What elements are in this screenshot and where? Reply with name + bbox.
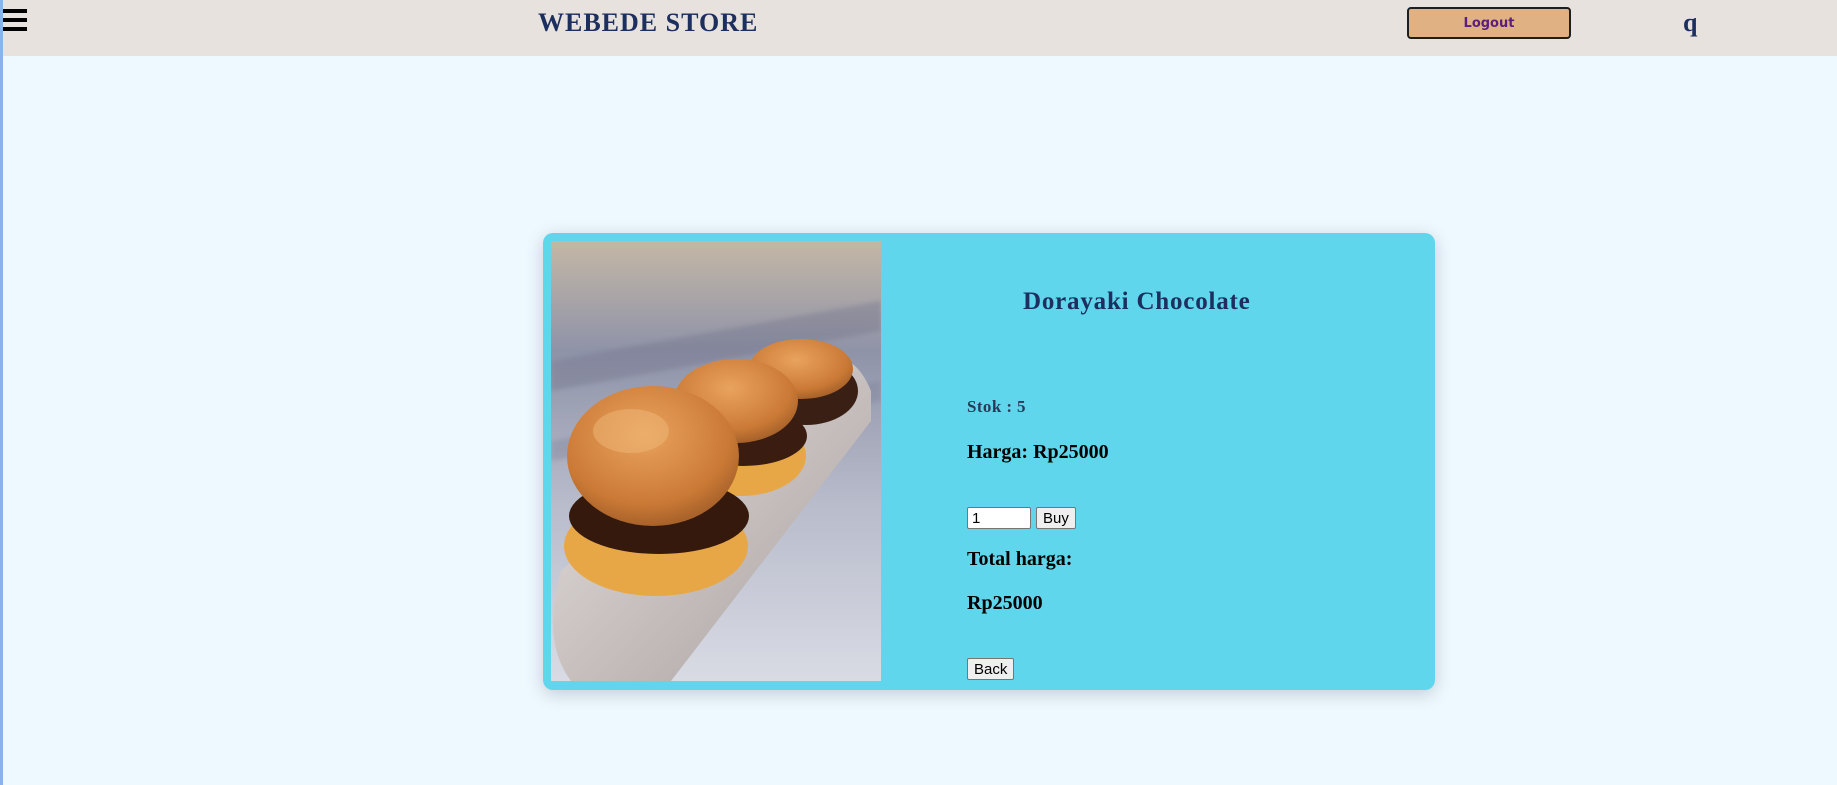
total-price-label: Total harga: — [967, 548, 1073, 570]
top-navbar: WEBEDE STORE Logout q — [3, 0, 1837, 56]
user-initial[interactable]: q — [1683, 8, 1697, 38]
back-button[interactable]: Back — [967, 658, 1015, 680]
product-title: Dorayaki Chocolate — [1023, 288, 1251, 315]
product-image — [551, 241, 881, 681]
hamburger-menu-icon[interactable] — [3, 9, 27, 33]
stock-text: Stok : 5 — [967, 397, 1026, 416]
logout-button[interactable]: Logout — [1407, 7, 1571, 39]
total-price-value: Rp25000 — [967, 592, 1043, 614]
buy-button[interactable]: Buy — [1036, 507, 1076, 529]
store-brand-title: WEBEDE STORE — [538, 8, 759, 37]
price-text: Harga: Rp25000 — [967, 441, 1109, 463]
product-detail-card: Dorayaki Chocolate Stok : 5 Harga: Rp250… — [543, 233, 1435, 690]
quantity-input[interactable] — [967, 507, 1031, 529]
